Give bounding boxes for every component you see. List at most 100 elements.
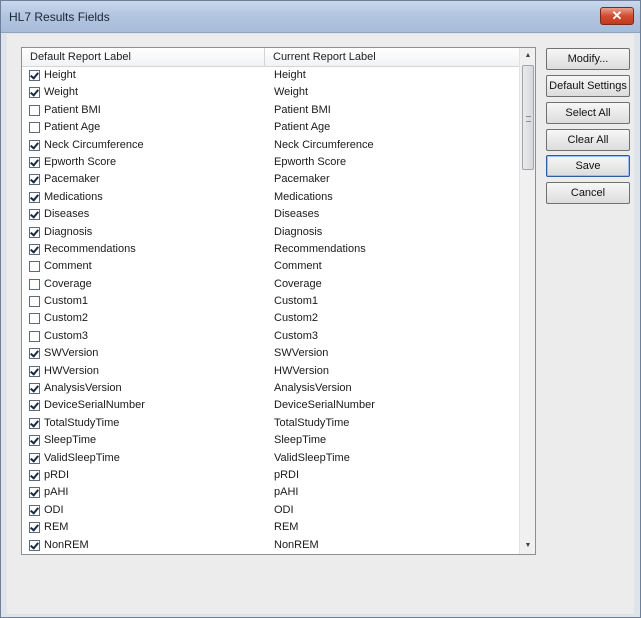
row-checkbox[interactable]	[29, 122, 40, 134]
current-report-label: Custom3	[274, 329, 319, 342]
list-item[interactable]: SWVersion SWVersion	[22, 345, 519, 362]
list-item[interactable]: Custom1 Custom1	[22, 293, 519, 310]
default-report-label: Custom3	[44, 329, 89, 342]
row-checkbox[interactable]	[29, 365, 40, 377]
list-item[interactable]: Diagnosis Diagnosis	[22, 224, 519, 241]
scroll-down-icon[interactable]: ▼	[520, 538, 536, 554]
grip-icon	[526, 116, 531, 122]
row-checkbox[interactable]	[29, 296, 40, 308]
current-report-label: pAHI	[274, 486, 299, 499]
column-header-current-label[interactable]: Current Report Label	[265, 48, 519, 67]
default-report-label: REM	[44, 521, 69, 534]
current-report-label: NonREM	[274, 538, 319, 551]
row-checkbox[interactable]	[29, 348, 40, 360]
list-item[interactable]: NonREM NonREM	[22, 537, 519, 554]
default-report-label: Patient Age	[44, 121, 101, 134]
list-item[interactable]: Diseases Diseases	[22, 206, 519, 223]
current-report-label: Neck Circumference	[274, 138, 374, 151]
row-checkbox[interactable]	[29, 278, 40, 290]
scroll-up-icon[interactable]: ▲	[520, 48, 536, 64]
current-report-label: TotalStudyTime	[274, 416, 350, 429]
current-report-label: SWVersion	[274, 347, 329, 360]
row-checkbox[interactable]	[29, 539, 40, 551]
column-header-default-label[interactable]: Default Report Label	[22, 48, 265, 67]
list-item[interactable]: Coverage Coverage	[22, 276, 519, 293]
list-item[interactable]: Recommendations Recommendations	[22, 241, 519, 258]
default-report-label: Diagnosis	[44, 225, 93, 238]
list-item[interactable]: Weight Weight	[22, 84, 519, 101]
list-item[interactable]: Comment Comment	[22, 258, 519, 275]
default-settings-button[interactable]: Default Settings	[546, 75, 630, 97]
list-item[interactable]: pRDI pRDI	[22, 467, 519, 484]
scroll-thumb[interactable]	[522, 65, 534, 170]
list-item[interactable]: Patient BMI Patient BMI	[22, 102, 519, 119]
row-checkbox[interactable]	[29, 452, 40, 464]
default-report-label: ODI	[44, 503, 64, 516]
list-item[interactable]: Height Height	[22, 67, 519, 84]
row-checkbox[interactable]	[29, 522, 40, 534]
select-all-button[interactable]: Select All	[546, 102, 630, 124]
row-checkbox[interactable]	[29, 191, 40, 203]
list-item[interactable]: Neck Circumference Neck Circumference	[22, 137, 519, 154]
row-checkbox[interactable]	[29, 487, 40, 499]
row-checkbox[interactable]	[29, 209, 40, 221]
row-checkbox[interactable]	[29, 104, 40, 116]
default-report-label: Custom2	[44, 312, 89, 325]
fields-list[interactable]: Default Report Label Current Report Labe…	[21, 47, 536, 555]
list-item[interactable]: Medications Medications	[22, 189, 519, 206]
list-item[interactable]: ODI ODI	[22, 502, 519, 519]
current-report-label: Diagnosis	[274, 225, 323, 238]
row-checkbox[interactable]	[29, 226, 40, 238]
cancel-button[interactable]: Cancel	[546, 182, 630, 204]
row-checkbox[interactable]	[29, 435, 40, 447]
row-checkbox[interactable]	[29, 313, 40, 325]
row-checkbox[interactable]	[29, 504, 40, 516]
close-button[interactable]: ✕	[600, 7, 634, 25]
default-report-label: TotalStudyTime	[44, 416, 120, 429]
row-checkbox[interactable]	[29, 70, 40, 81]
title-bar[interactable]: HL7 Results Fields ✕	[1, 1, 640, 33]
default-report-label: Epworth Score	[44, 155, 117, 168]
window-title: HL7 Results Fields	[9, 10, 110, 24]
list-item[interactable]: DeviceSerialNumber DeviceSerialNumber	[22, 397, 519, 414]
row-checkbox[interactable]	[29, 243, 40, 255]
row-checkbox[interactable]	[29, 174, 40, 186]
row-checkbox[interactable]	[29, 400, 40, 412]
list-item[interactable]: Custom3 Custom3	[22, 328, 519, 345]
default-report-label: Comment	[44, 260, 92, 273]
list-item[interactable]: REM REM	[22, 519, 519, 536]
row-checkbox[interactable]	[29, 330, 40, 342]
list-item[interactable]: AnalysisVersion AnalysisVersion	[22, 380, 519, 397]
default-report-label: pAHI	[44, 486, 69, 499]
row-checkbox[interactable]	[29, 156, 40, 168]
list-rows: Height Height Weight Weight Patient BMI Patie…	[22, 67, 519, 554]
list-item[interactable]: Pacemaker Pacemaker	[22, 171, 519, 188]
current-report-label: Weight	[274, 86, 309, 99]
list-item[interactable]: Patient Age Patient Age	[22, 119, 519, 136]
row-checkbox[interactable]	[29, 87, 40, 99]
list-item[interactable]: HWVersion HWVersion	[22, 363, 519, 380]
row-checkbox[interactable]	[29, 417, 40, 429]
current-report-label: AnalysisVersion	[274, 382, 352, 395]
list-item[interactable]: pAHI pAHI	[22, 484, 519, 501]
list-item[interactable]: ValidSleepTime ValidSleepTime	[22, 450, 519, 467]
row-checkbox[interactable]	[29, 139, 40, 151]
list-item[interactable]: Epworth Score Epworth Score	[22, 154, 519, 171]
default-report-label: AnalysisVersion	[44, 382, 122, 395]
save-button[interactable]: Save	[546, 155, 630, 177]
row-checkbox[interactable]	[29, 261, 40, 273]
default-report-label: Height	[44, 69, 76, 81]
modify-button[interactable]: Modify...	[546, 48, 630, 70]
list-item[interactable]: Custom2 Custom2	[22, 310, 519, 327]
default-report-label: Coverage	[44, 277, 92, 290]
list-item[interactable]: SleepTime SleepTime	[22, 432, 519, 449]
default-report-label: SleepTime	[44, 434, 97, 447]
vertical-scrollbar[interactable]: ▲ ▼	[519, 48, 535, 554]
clear-all-button[interactable]: Clear All	[546, 129, 630, 151]
current-report-label: DeviceSerialNumber	[274, 399, 375, 412]
row-checkbox[interactable]	[29, 383, 40, 395]
default-report-label: ValidSleepTime	[44, 451, 120, 464]
row-checkbox[interactable]	[29, 469, 40, 481]
list-item[interactable]: TotalStudyTime TotalStudyTime	[22, 415, 519, 432]
dialog-body: Default Report Label Current Report Labe…	[7, 34, 634, 614]
